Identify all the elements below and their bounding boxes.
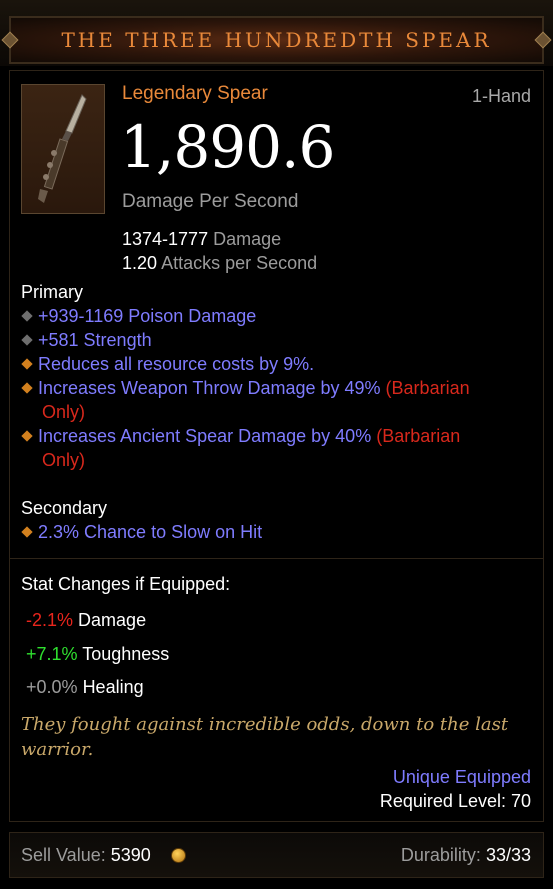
- orange-diamond-bullet: [21, 382, 33, 394]
- title-banner: THE THREE HUNDREDTH SPEAR: [9, 16, 544, 64]
- stat-change-healing: +0.0% Healing: [26, 677, 144, 698]
- orange-diamond-bullet: [21, 430, 33, 442]
- damage-line: 1374-1777 Damage: [122, 229, 281, 250]
- sell-value-amount: 5390: [110, 845, 151, 865]
- dps-label: Damage Per Second: [122, 191, 299, 212]
- primary-heading: Primary: [21, 282, 83, 302]
- damage-value: 1374-1777: [122, 229, 209, 249]
- item-type: Legendary Spear: [122, 83, 268, 104]
- gray-diamond-bullet: [21, 334, 33, 346]
- dps-value: 1,890.6: [120, 113, 335, 181]
- affix-strength: +581 Strength: [21, 328, 533, 352]
- class-restriction: (Barbarian: [376, 426, 461, 446]
- durability: Durability: 33/33: [401, 845, 531, 866]
- stat-change-label: Healing: [82, 677, 144, 697]
- secondary-heading: Secondary: [21, 498, 108, 518]
- spear-item-icon: [38, 94, 87, 203]
- durability-value: 33/33: [485, 845, 531, 865]
- stat-change-value: +7.1%: [26, 644, 78, 664]
- class-restriction-cont: Only): [42, 402, 86, 422]
- stat-change-value: +0.0%: [26, 677, 78, 697]
- affix-resource-cost: Reduces all resource costs by 9%.: [21, 352, 533, 376]
- class-restriction-cont: Only): [42, 450, 86, 470]
- affix-ancient-spear: Increases Ancient Spear Damage by 40% (B…: [21, 424, 533, 472]
- required-level: Required Level: 70: [379, 791, 531, 811]
- tooltip-header: THE THREE HUNDREDTH SPEAR: [0, 0, 553, 66]
- sell-value-label: Sell Value:: [21, 845, 106, 865]
- stat-changes-heading: Stat Changes if Equipped:: [21, 574, 231, 594]
- stat-change-value: -2.1%: [26, 610, 74, 630]
- item-slot: 1-Hand: [471, 86, 531, 106]
- unique-equipped: Unique Equipped: [392, 767, 531, 787]
- aps-label: Attacks per Second: [161, 253, 318, 273]
- item-tooltip: THE THREE HUNDREDTH SPEAR Legendary Spea…: [0, 0, 553, 889]
- orange-diamond-bullet: [21, 526, 33, 538]
- stat-change-label: Damage: [78, 610, 147, 630]
- stat-change-toughness: +7.1% Toughness: [26, 644, 169, 665]
- stat-change-damage: -2.1% Damage: [26, 610, 146, 631]
- affix-weapon-throw: Increases Weapon Throw Damage by 49% (Ba…: [21, 376, 533, 424]
- flavor-text: They fought against incredible odds, dow…: [21, 714, 509, 760]
- divider: [10, 558, 543, 559]
- orange-diamond-bullet: [21, 358, 33, 370]
- affix-poison-damage: +939-1169 Poison Damage: [21, 304, 533, 328]
- item-title: THE THREE HUNDREDTH SPEAR: [61, 28, 492, 52]
- class-restriction: (Barbarian: [385, 378, 470, 398]
- affix-chance-to-slow: 2.3% Chance to Slow on Hit: [21, 520, 533, 544]
- item-icon-frame: [21, 84, 105, 214]
- durability-label: Durability:: [400, 845, 481, 865]
- damage-label: Damage: [213, 229, 282, 249]
- gray-diamond-bullet: [21, 310, 33, 322]
- sell-value: Sell Value: 5390: [21, 845, 151, 866]
- aps-value: 1.20: [122, 253, 158, 273]
- gold-coin-icon: [171, 848, 186, 863]
- stat-change-label: Toughness: [82, 644, 170, 664]
- aps-line: 1.20 Attacks per Second: [122, 253, 317, 274]
